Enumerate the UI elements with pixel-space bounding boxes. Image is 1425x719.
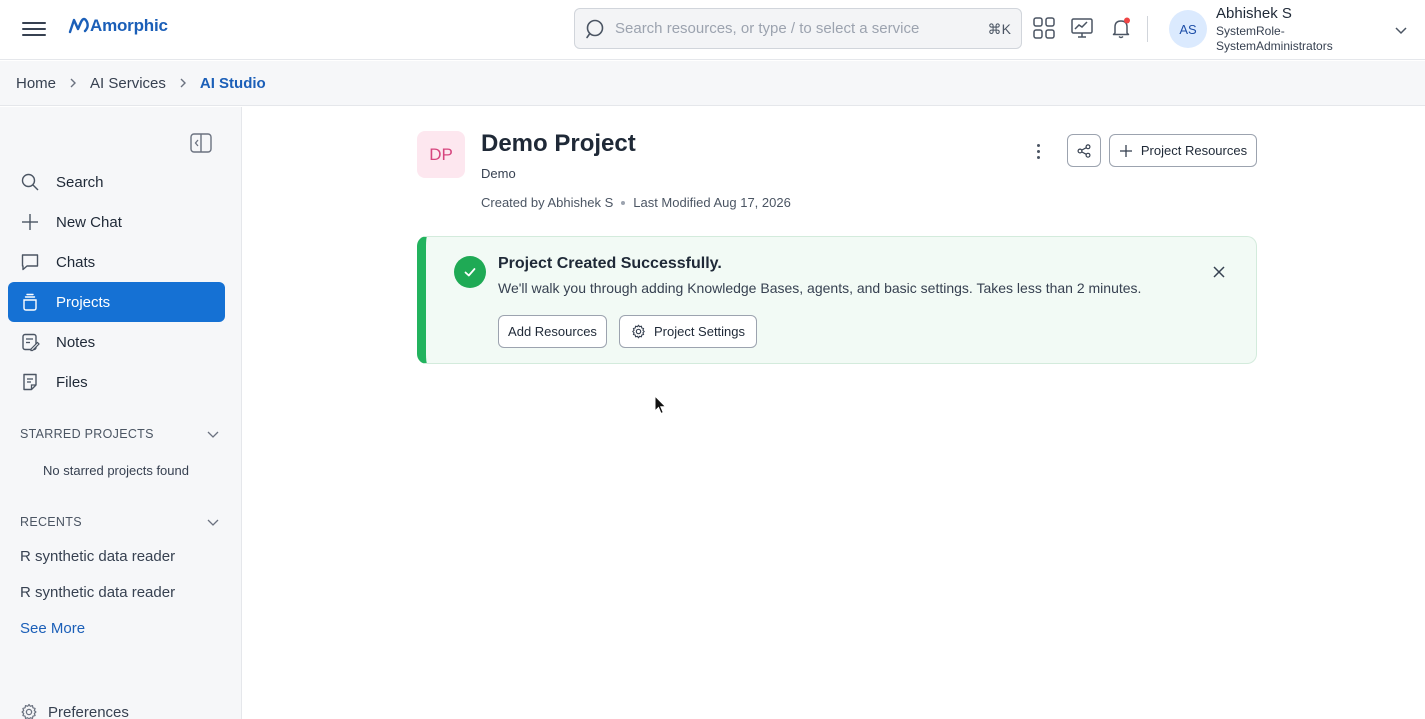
sidebar-collapse-icon[interactable] [190,133,212,153]
chevron-down-icon[interactable] [206,515,220,529]
sidebar-item-notes[interactable]: Notes [8,322,225,362]
amorphic-logo-icon [68,17,89,34]
plus-icon [20,212,40,232]
check-circle-icon [454,256,486,288]
gear-icon [632,324,645,339]
user-role-line-2: SystemAdministrators [1216,39,1333,53]
project-meta: Created by Abhishek S Last Modified Aug … [481,195,791,210]
plus-icon [1119,144,1132,157]
sidebar-item-label: Search [56,173,104,191]
project-badge: DP [417,131,465,178]
search-bar[interactable]: ⌘K [574,8,1022,49]
share-button[interactable] [1067,134,1101,167]
starred-projects-header[interactable]: STARRED PROJECTS [20,427,220,441]
success-banner: Project Created Successfully. We'll walk… [417,236,1257,364]
breadcrumb: Home AI Services AI Studio [0,61,1425,106]
sidebar-item-label: New Chat [56,213,122,231]
files-icon [20,372,40,392]
project-settings-label: Project Settings [653,324,746,339]
sidebar: Search New Chat Chats Projects Notes Fil… [0,107,242,719]
sidebar-item-projects[interactable]: Projects [8,282,225,322]
breadcrumb-ai-services[interactable]: AI Services [90,75,166,92]
logo-text: Amorphic [90,16,168,35]
search-icon [586,19,604,38]
sidebar-item-label: Notes [56,333,96,351]
project-resources-button[interactable]: Project Resources [1109,134,1257,167]
banner-title: Project Created Successfully. [498,255,722,272]
sidebar-item-label: Projects [56,293,111,311]
recents-header[interactable]: RECENTS [20,515,220,529]
search-icon [20,172,40,192]
notification-dot [1124,17,1130,24]
user-role-line-1: SystemRole- [1216,24,1285,38]
avatar[interactable]: AS [1169,10,1207,48]
notes-icon [20,332,40,352]
breadcrumb-ai-studio: AI Studio [199,74,266,92]
chevron-right-icon [70,78,77,88]
bell-icon[interactable] [1109,16,1133,40]
project-subtitle: Demo [481,166,516,181]
sidebar-item-new-chat[interactable]: New Chat [8,202,225,242]
mouse-cursor-icon [654,395,667,415]
sidebar-item-chats[interactable]: Chats [8,242,225,282]
sidebar-item-search[interactable]: Search [8,162,225,202]
project-resources-label: Project Resources [1140,143,1248,158]
preferences-label: Preferences [48,703,129,719]
share-icon [1077,143,1091,158]
user-role: SystemRole- SystemAdministrators [1216,24,1356,54]
add-resources-button[interactable]: Add Resources [498,315,607,348]
project-created-by: Created by Abhishek S [481,195,614,210]
project-settings-button[interactable]: Project Settings [619,315,757,348]
projects-icon [20,292,40,312]
starred-projects-heading: STARRED PROJECTS [20,427,154,441]
sidebar-item-label: Files [56,373,88,391]
chevron-right-icon [180,78,186,88]
monitor-chart-icon[interactable] [1070,16,1094,40]
starred-empty-note: No starred projects found [43,463,189,478]
recents-heading: RECENTS [20,515,82,529]
sidebar-item-label: Chats [56,253,96,271]
project-title: Demo Project [481,130,636,157]
add-resources-label: Add Resources [508,324,597,339]
preferences-item[interactable]: Preferences [20,703,129,719]
search-input[interactable] [615,20,975,37]
breadcrumb-home[interactable]: Home [16,75,56,92]
separator-dot [621,200,626,205]
project-last-modified: Last Modified Aug 17, 2026 [633,195,791,210]
see-more-link[interactable]: See More [20,620,85,637]
sidebar-item-files[interactable]: Files [8,362,225,402]
user-name: Abhishek S [1216,5,1292,22]
close-icon[interactable] [1212,265,1226,279]
chevron-down-icon[interactable] [206,427,220,441]
divider [1147,16,1148,42]
recent-item[interactable]: R synthetic data reader [20,548,175,565]
top-bar: Amorphic ⌘K AS Abhishek S SystemRole- Sy… [0,0,1425,60]
chat-bubble-icon [20,252,40,272]
search-shortcut: ⌘K [987,21,1011,37]
menu-icon[interactable] [22,18,46,40]
logo[interactable]: Amorphic [68,16,168,36]
banner-text: We'll walk you through adding Knowledge … [498,280,1142,296]
chevron-down-icon[interactable] [1393,22,1409,38]
more-options-icon[interactable] [1030,140,1046,162]
gear-icon [21,703,37,719]
recent-item[interactable]: R synthetic data reader [20,584,175,601]
apps-grid-icon[interactable] [1032,16,1056,40]
